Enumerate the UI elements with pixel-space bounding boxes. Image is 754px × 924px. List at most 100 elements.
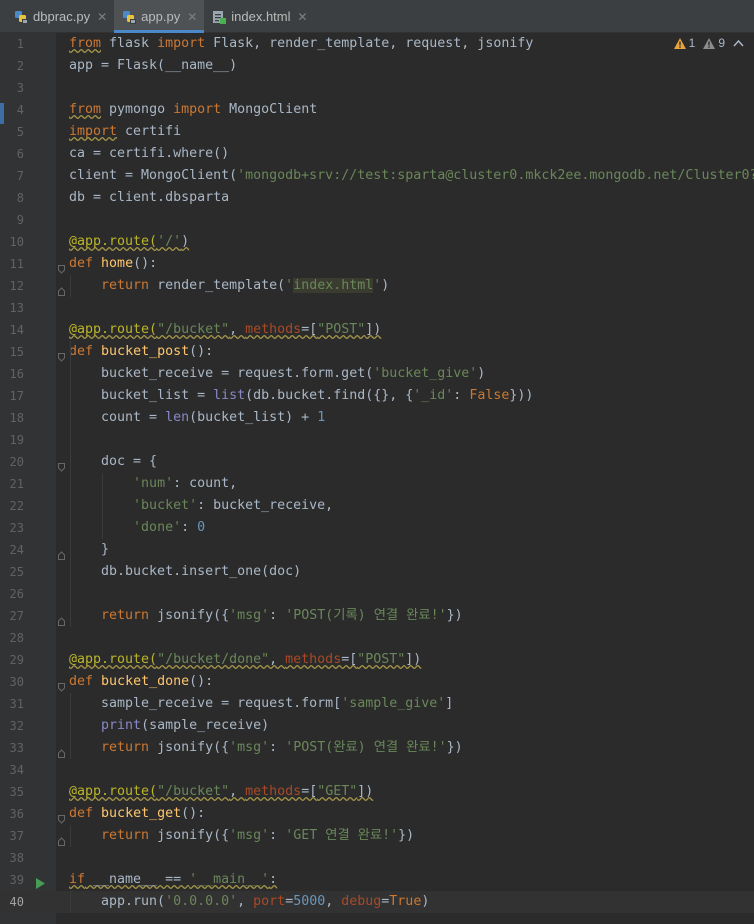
code-token: def xyxy=(69,344,94,359)
code-line[interactable]: 16 bucket_receive = request.form.get('bu… xyxy=(0,363,754,385)
code-text: db.bucket.insert_one(doc) xyxy=(69,561,301,583)
code-line[interactable]: 23 'done': 0 xyxy=(0,517,754,539)
fold-marker-icon[interactable] xyxy=(58,347,65,362)
code-text: if __name__ == '__main__': xyxy=(69,869,277,891)
code-token: '0.0.0.0' xyxy=(165,894,238,909)
fold-marker-icon[interactable] xyxy=(58,677,65,692)
fold-marker-icon[interactable] xyxy=(58,545,65,560)
code-line[interactable]: 36 def bucket_get(): xyxy=(0,803,754,825)
code-line[interactable]: 24 } xyxy=(0,539,754,561)
code-text: @app.route('/') xyxy=(69,231,189,253)
code-line[interactable]: 7 client = MongoClient('mongodb+srv://tes… xyxy=(0,165,754,187)
code-line[interactable]: 10 @app.route('/') xyxy=(0,231,754,253)
code-line[interactable]: 14 @app.route("/bucket", methods=["POST"]… xyxy=(0,319,754,341)
close-icon[interactable]: ✕ xyxy=(298,10,308,24)
code-token: bucket_post xyxy=(101,344,190,359)
python-file-icon xyxy=(122,10,137,24)
code-token: @app.route( xyxy=(69,784,158,799)
tab-dbprac-py[interactable]: dbprac.py ✕ xyxy=(6,0,114,33)
code-line[interactable]: 38 xyxy=(0,847,754,869)
tab-index-html[interactable]: index.html ✕ xyxy=(204,0,314,33)
code-token: , xyxy=(229,322,246,337)
tab-label: index.html xyxy=(231,9,291,24)
code-line[interactable]: 39 if __name__ == '__main__': xyxy=(0,869,754,891)
code-token: "GET" xyxy=(317,784,358,799)
line-number: 14 xyxy=(9,323,24,337)
code-line[interactable]: 6 ca = certifi.where() xyxy=(0,143,754,165)
code-token: 'num' xyxy=(133,476,174,491)
code-token: : xyxy=(453,388,470,403)
code-line[interactable]: 17 bucket_list = list(db.bucket.find({},… xyxy=(0,385,754,407)
line-number: 27 xyxy=(9,609,24,623)
code-line[interactable]: 30 def bucket_done(): xyxy=(0,671,754,693)
code-line[interactable]: 18 count = len(bucket_list) + 1 xyxy=(0,407,754,429)
code-editor[interactable]: 1 from flask import Flask, render_templat… xyxy=(0,33,754,924)
fold-marker-icon[interactable] xyxy=(58,809,65,824)
code-line[interactable]: 19 xyxy=(0,429,754,451)
line-number: 29 xyxy=(9,653,24,667)
code-line[interactable]: 20 doc = { xyxy=(0,451,754,473)
code-line[interactable]: 8 db = client.dbsparta xyxy=(0,187,754,209)
code-text: doc = { xyxy=(69,451,157,473)
fold-marker-icon[interactable] xyxy=(58,281,65,296)
code-line[interactable]: 13 xyxy=(0,297,754,319)
code-line[interactable]: 33 return jsonify({'msg': 'POST(완료) 연결 완… xyxy=(0,737,754,759)
line-number: 40 xyxy=(9,895,24,909)
code-token: 'done' xyxy=(133,520,182,535)
code-line[interactable]: 9 xyxy=(0,209,754,231)
line-number: 36 xyxy=(9,807,24,821)
close-icon[interactable]: ✕ xyxy=(187,10,197,24)
code-line[interactable]: 25 db.bucket.insert_one(doc) xyxy=(0,561,754,583)
code-line[interactable]: 35 @app.route("/bucket", methods=["GET"]) xyxy=(0,781,754,803)
code-token: app.run( xyxy=(69,894,166,909)
tab-app-py[interactable]: app.py ✕ xyxy=(114,0,205,33)
code-line[interactable]: 12 return render_template('index.html') xyxy=(0,275,754,297)
code-line[interactable]: 22 'bucket': bucket_receive, xyxy=(0,495,754,517)
code-line[interactable]: 26 xyxy=(0,583,754,605)
code-line[interactable]: 34 xyxy=(0,759,754,781)
code-token: 1 xyxy=(317,410,326,425)
warnings-indicator[interactable]: 1 xyxy=(673,36,695,50)
code-line[interactable]: 40 app.run('0.0.0.0', port=5000, debug=T… xyxy=(0,891,754,913)
code-line[interactable]: 15 def bucket_post(): xyxy=(0,341,754,363)
line-number: 34 xyxy=(9,763,24,777)
code-line[interactable]: 31 sample_receive = request.form['sample… xyxy=(0,693,754,715)
code-token: ]) xyxy=(405,652,422,667)
code-line[interactable]: 29 @app.route("/bucket/done", methods=["P… xyxy=(0,649,754,671)
code-line[interactable]: 1 from flask import Flask, render_templat… xyxy=(0,33,754,55)
code-token: jsonify({ xyxy=(149,740,230,755)
code-token: (db.bucket.find({}, { xyxy=(245,388,414,403)
code-token: : xyxy=(269,872,278,887)
code-line[interactable]: 2 app = Flask(__name__) xyxy=(0,55,754,77)
fold-marker-icon[interactable] xyxy=(58,611,65,626)
code-line[interactable]: 32 print(sample_receive) xyxy=(0,715,754,737)
code-line[interactable]: 5 import certifi xyxy=(0,121,754,143)
code-token: ) xyxy=(421,894,430,909)
inspection-widget[interactable]: 1 9 xyxy=(673,36,744,50)
code-token: 'msg' xyxy=(229,740,270,755)
line-number: 20 xyxy=(9,455,24,469)
line-number: 28 xyxy=(9,631,24,645)
code-token: '__main__' xyxy=(189,872,270,887)
code-token: '/' xyxy=(157,234,182,249)
code-line[interactable]: 21 'num': count, xyxy=(0,473,754,495)
code-text: from pymongo import MongoClient xyxy=(69,99,317,121)
code-line[interactable]: 37 return jsonify({'msg': 'GET 연결 완료!'}) xyxy=(0,825,754,847)
code-token: ] xyxy=(445,696,454,711)
code-line[interactable]: 27 return jsonify({'msg': 'POST(기록) 연결 완… xyxy=(0,605,754,627)
fold-marker-icon[interactable] xyxy=(58,259,65,274)
fold-marker-icon[interactable] xyxy=(58,831,65,846)
code-line[interactable]: 3 xyxy=(0,77,754,99)
code-line[interactable]: 4 from pymongo import MongoClient xyxy=(0,99,754,121)
code-token: flask xyxy=(101,36,158,51)
code-token: "/bucket" xyxy=(157,322,230,337)
code-token: render_template( xyxy=(149,278,286,293)
weak-warnings-indicator[interactable]: 9 xyxy=(703,36,725,50)
close-icon[interactable]: ✕ xyxy=(97,10,107,24)
fold-marker-icon[interactable] xyxy=(58,457,65,472)
code-line[interactable]: 28 xyxy=(0,627,754,649)
code-line[interactable]: 11 def home(): xyxy=(0,253,754,275)
fold-marker-icon[interactable] xyxy=(58,743,65,758)
chevron-up-icon[interactable] xyxy=(733,39,744,47)
code-text: client = MongoClient('mongodb+srv://test… xyxy=(69,165,754,187)
